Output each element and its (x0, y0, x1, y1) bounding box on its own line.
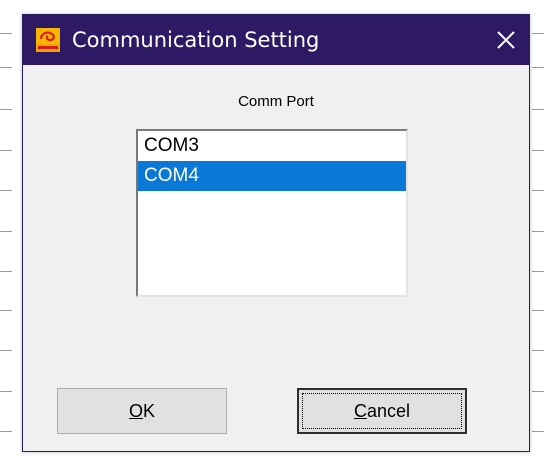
list-item-com3[interactable]: COM3 (138, 131, 406, 161)
close-button[interactable] (493, 27, 519, 53)
ok-button-label: OK (128, 400, 156, 421)
ok-button[interactable]: OK (57, 388, 227, 434)
window-title: Communication Setting (72, 28, 320, 52)
cancel-button[interactable]: Cancel (297, 388, 467, 434)
communication-setting-dialog: Communication Setting Comm Port COM3 COM… (22, 14, 530, 452)
screen: Communication Setting Comm Port COM3 COM… (0, 0, 544, 458)
comm-port-label: Comm Port (238, 93, 314, 110)
close-icon (497, 31, 515, 49)
cancel-button-label: Cancel (353, 400, 411, 421)
list-item-com4[interactable]: COM4 (138, 161, 406, 191)
background-list-edge-left (0, 0, 12, 458)
background-list-edge-right (532, 0, 544, 458)
title-bar[interactable]: Communication Setting (23, 15, 529, 65)
comm-port-listbox[interactable]: COM3 COM4 (136, 129, 408, 297)
app-logo-icon (36, 28, 60, 52)
